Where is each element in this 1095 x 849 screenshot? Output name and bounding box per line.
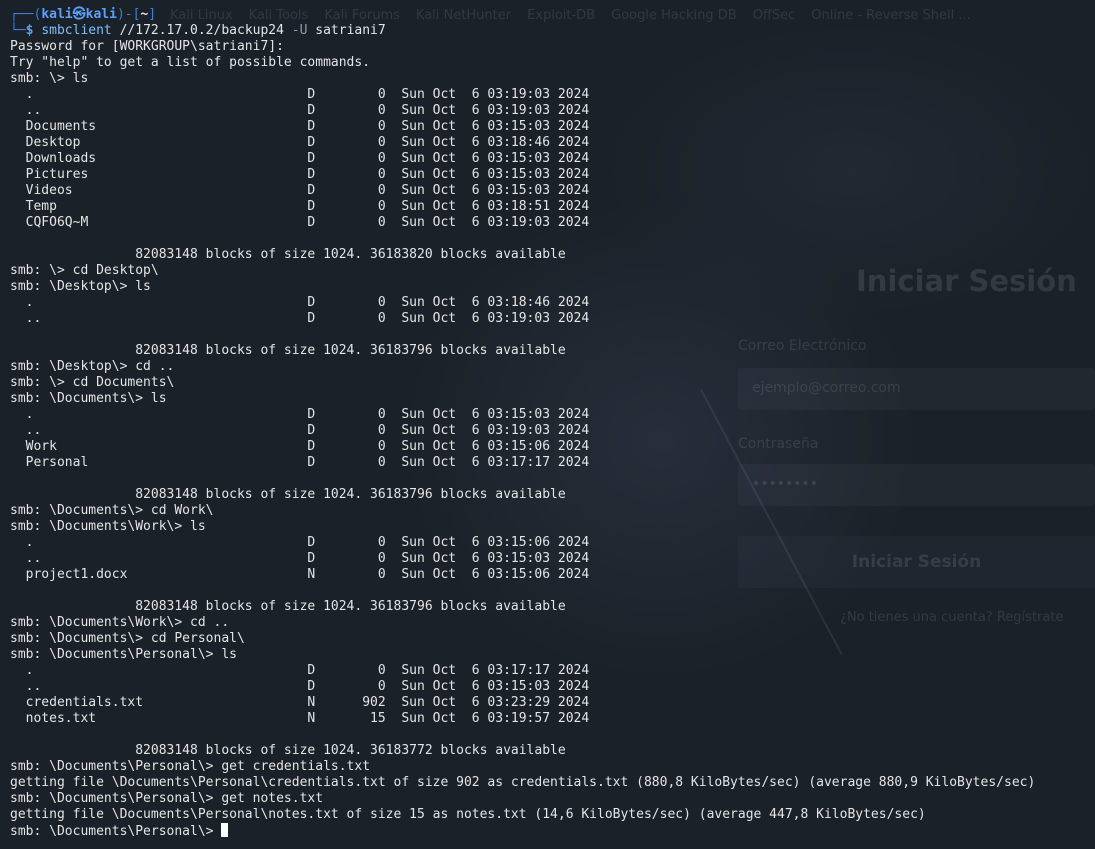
terminal-line: smb: \Documents\Work\> cd .. <box>10 615 230 630</box>
terminal-line: 82083148 blocks of size 1024. 36183796 b… <box>10 599 566 614</box>
terminal-line: . D 0 Sun Oct 6 03:17:17 2024 <box>10 663 590 678</box>
terminal-line: . D 0 Sun Oct 6 03:19:03 2024 <box>10 87 590 102</box>
terminal-line: CQFO6Q~M D 0 Sun Oct 6 03:19:03 2024 <box>10 215 590 230</box>
terminal-line: smb: \Desktop\> cd .. <box>10 359 175 374</box>
terminal-line: smb: \Documents\Personal\> get notes.txt <box>10 791 324 806</box>
terminal-line: .. D 0 Sun Oct 6 03:15:03 2024 <box>10 551 590 566</box>
terminal-line: .. D 0 Sun Oct 6 03:19:03 2024 <box>10 311 590 326</box>
terminal-line: getting file \Documents\Personal\credent… <box>10 775 1036 790</box>
prompt-line-top: ┌──(kali㉿kali)-[~] <box>10 7 157 22</box>
terminal-line: smb: \Documents\Personal\> get credentia… <box>10 759 371 774</box>
prompt-user-host: kali㉿kali <box>41 7 117 22</box>
terminal-line: smb: \> cd Desktop\ <box>10 263 159 278</box>
terminal-line: 82083148 blocks of size 1024. 36183772 b… <box>10 743 566 758</box>
terminal-line: Try "help" to get a list of possible com… <box>10 55 371 70</box>
terminal-line: Pictures D 0 Sun Oct 6 03:15:03 2024 <box>10 167 590 182</box>
terminal-line: project1.docx N 0 Sun Oct 6 03:15:06 202… <box>10 567 590 582</box>
terminal-line: 82083148 blocks of size 1024. 36183820 b… <box>10 247 566 262</box>
terminal-line: smb: \Documents\Personal\> <box>10 823 229 839</box>
terminal-line: smb: \> cd Documents\ <box>10 375 175 390</box>
terminal-line: .. D 0 Sun Oct 6 03:19:03 2024 <box>10 423 590 438</box>
terminal-line: . D 0 Sun Oct 6 03:18:46 2024 <box>10 295 590 310</box>
terminal-line: Desktop D 0 Sun Oct 6 03:18:46 2024 <box>10 135 590 150</box>
terminal-line: . D 0 Sun Oct 6 03:15:06 2024 <box>10 535 590 550</box>
terminal-line: smb: \Desktop\> ls <box>10 279 151 294</box>
terminal-line: Videos D 0 Sun Oct 6 03:15:03 2024 <box>10 183 590 198</box>
terminal-line: 82083148 blocks of size 1024. 36183796 b… <box>10 343 566 358</box>
terminal-line: Downloads D 0 Sun Oct 6 03:15:03 2024 <box>10 151 590 166</box>
terminal-line: Password for [WORKGROUP\satriani7]: <box>10 39 284 54</box>
terminal-line: credentials.txt N 902 Sun Oct 6 03:23:29… <box>10 695 590 710</box>
terminal-line: notes.txt N 15 Sun Oct 6 03:19:57 2024 <box>10 711 590 726</box>
terminal-line: Personal D 0 Sun Oct 6 03:17:17 2024 <box>10 455 590 470</box>
terminal-line: smb: \Documents\Work\> ls <box>10 519 206 534</box>
terminal-line: smb: \> ls <box>10 71 89 86</box>
command-line: └─$ smbclient //172.17.0.2/backup24 -U s… <box>10 23 386 38</box>
terminal-line: 82083148 blocks of size 1024. 36183796 b… <box>10 487 566 502</box>
terminal-line: .. D 0 Sun Oct 6 03:19:03 2024 <box>10 103 590 118</box>
terminal-line: smb: \Documents\> cd Work\ <box>10 503 214 518</box>
terminal-window[interactable]: ┌──(kali㉿kali)-[~] └─$ smbclient //172.1… <box>0 0 1095 849</box>
terminal-line: smb: \Documents\> cd Personal\ <box>10 631 245 646</box>
terminal-line: . D 0 Sun Oct 6 03:15:03 2024 <box>10 407 590 422</box>
terminal-line: smb: \Documents\> ls <box>10 391 167 406</box>
terminal-line: getting file \Documents\Personal\notes.t… <box>10 807 926 822</box>
command-name: smbclient <box>41 23 112 38</box>
text-cursor <box>221 823 229 837</box>
terminal-line: .. D 0 Sun Oct 6 03:15:03 2024 <box>10 679 590 694</box>
terminal-line: Documents D 0 Sun Oct 6 03:15:03 2024 <box>10 119 590 134</box>
terminal-line: Work D 0 Sun Oct 6 03:15:06 2024 <box>10 439 590 454</box>
terminal-line: Temp D 0 Sun Oct 6 03:18:51 2024 <box>10 199 590 214</box>
terminal-line: smb: \Documents\Personal\> ls <box>10 647 237 662</box>
